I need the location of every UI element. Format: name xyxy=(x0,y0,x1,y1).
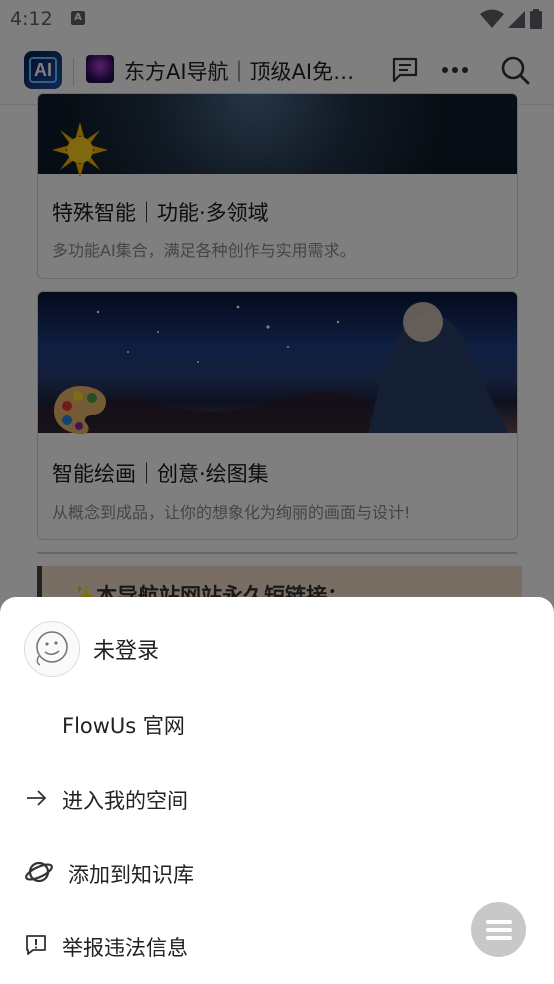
menu-item-add-to-library[interactable]: 添加到知识库 xyxy=(0,845,554,899)
avatar xyxy=(24,621,80,677)
menu-lines-icon[interactable] xyxy=(471,902,526,957)
planet-icon xyxy=(25,861,53,883)
menu-item-enter-space[interactable]: 进入我的空间 xyxy=(0,771,554,825)
menu-item-label: 添加到知识库 xyxy=(68,863,194,887)
login-status[interactable]: 未登录 xyxy=(93,633,159,665)
menu-item-flowus-site[interactable]: FlowUs 官网 xyxy=(0,696,554,750)
menu-item-label: 举报违法信息 xyxy=(62,936,188,960)
menu-item-label: FlowUs 官网 xyxy=(62,714,185,738)
arrow-right-icon xyxy=(27,790,47,806)
menu-item-label: 进入我的空间 xyxy=(62,789,188,813)
report-icon xyxy=(26,935,46,955)
